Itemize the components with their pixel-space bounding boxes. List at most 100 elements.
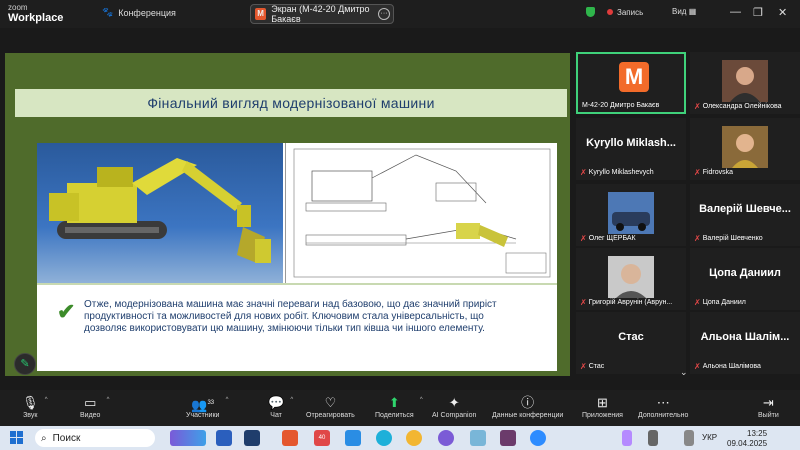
participant-caption: ✗ Валерій Шевченко <box>694 234 763 243</box>
screen-share-indicator[interactable]: M Экран (М-42-20 Дмитро Бакаєв ··· <box>250 4 394 24</box>
word-icon[interactable] <box>216 430 232 446</box>
meeting-label: Конференция <box>118 7 176 18</box>
caret-up-icon: ^ <box>419 397 423 403</box>
participant-caption: ✗ Стас <box>580 362 605 371</box>
view-button[interactable]: Вид ▦ <box>672 7 696 16</box>
record-label: Запись <box>617 7 644 17</box>
participant-name: Альона Шалім... <box>700 331 790 343</box>
participant-tile[interactable]: Валерій Шевче... ✗ Валерій Шевченко <box>690 184 800 246</box>
widgets-icon[interactable] <box>170 430 206 446</box>
checkmark-icon: ✔ <box>57 299 76 324</box>
avatar <box>722 126 768 168</box>
taskbar-clock[interactable]: 13:25 09.04.2025 <box>727 429 767 449</box>
meeting-info-button[interactable]: 🐾 Конференция <box>102 7 176 18</box>
participants-button[interactable]: 👥33 Участники ^ <box>186 394 228 419</box>
edge-icon[interactable] <box>376 430 392 446</box>
chat-icon: 💬 <box>268 395 285 410</box>
annotate-pen-icon[interactable]: ✎ <box>14 353 36 375</box>
participant-caption: ✗ Цопа Даниил <box>694 298 746 307</box>
share-screen-button[interactable]: ⬆ Поделиться ^ <box>375 394 423 419</box>
mic-muted-icon: ✗ <box>694 234 701 243</box>
zoom-icon[interactable] <box>530 430 546 446</box>
more-dots-icon: ⋯ <box>656 395 670 410</box>
logo-line2: Workplace <box>8 12 64 24</box>
tray-icon[interactable] <box>622 430 632 446</box>
avatar <box>608 256 654 298</box>
search-icon: ⌕ <box>41 432 47 444</box>
participant-tile[interactable]: ✗ Fidrovska <box>690 118 800 180</box>
title-bar: zoom Workplace 🐾 Конференция M Экран (М-… <box>0 0 800 28</box>
participant-name: Стас <box>618 331 644 343</box>
app-icon[interactable] <box>244 430 260 446</box>
app-icon[interactable] <box>500 430 516 446</box>
apps-button[interactable]: ⊞ Приложения <box>582 394 623 419</box>
slide-title: Фінальний вигляд модернізованої машини <box>15 89 567 117</box>
mail-icon[interactable]: 40 <box>314 430 330 446</box>
tray-icon[interactable] <box>684 430 694 446</box>
windows-start-icon[interactable] <box>10 431 24 445</box>
participant-gallery: M М-42-20 Дмитро Бакаєв ✗ Олександра Олей… <box>576 52 800 374</box>
participant-name: Цопа Даниил <box>709 267 781 279</box>
participant-caption: М-42-20 Дмитро Бакаєв <box>582 102 660 109</box>
store-icon[interactable] <box>345 430 361 446</box>
react-button[interactable]: ♡ Отреагировать <box>306 394 355 419</box>
paw-icon: 🐾 <box>102 7 114 17</box>
participant-caption: ✗ Fidrovska <box>694 168 734 177</box>
sparkle-icon: ✦ <box>448 395 460 410</box>
participant-caption: ✗ Григорій Аврунін (Аврун... <box>580 298 673 307</box>
participant-caption: ✗ Kyryllo Miklashevych <box>580 168 654 177</box>
participant-tile[interactable]: M М-42-20 Дмитро Бакаєв <box>576 52 686 114</box>
meeting-info-button[interactable]: ⓘ Данные конференции <box>492 394 563 419</box>
avatar <box>608 192 654 234</box>
mic-muted-icon: ✗ <box>580 298 587 307</box>
heart-icon: ♡ <box>324 395 337 410</box>
mic-muted-icon: ✗ <box>694 298 701 307</box>
share-options-button[interactable]: ··· <box>378 8 390 20</box>
language-indicator[interactable]: УКР <box>702 433 717 442</box>
close-button[interactable]: ✕ <box>778 6 787 19</box>
mic-muted-icon: ✗ <box>694 362 701 371</box>
windows-taskbar: ⌕ Поиск 40 УКР 13:25 09.04.2025 <box>0 426 800 450</box>
tray-icon[interactable] <box>648 430 658 446</box>
video-button[interactable]: ▭ Видео ^ <box>80 394 109 419</box>
caret-up-icon: ^ <box>225 397 229 403</box>
caret-up-icon: ^ <box>290 397 294 403</box>
restore-button[interactable]: ❐ <box>753 6 763 19</box>
chevron-down-icon[interactable]: ⌄ <box>680 367 688 378</box>
chat-button[interactable]: 💬 Чат ^ <box>268 394 293 419</box>
leave-button[interactable]: ⇥ Выйти <box>758 394 779 419</box>
more-button[interactable]: ⋯ Дополнительно <box>638 394 688 419</box>
participant-caption: ✗ Олег ЩЕРБАК <box>580 234 636 243</box>
mic-muted-icon: ✗ <box>580 234 587 243</box>
share-arrow-icon: ⬆ <box>388 395 400 410</box>
slide-text: Отже, модернізована машина має значні пе… <box>84 299 497 334</box>
caret-up-icon: ^ <box>106 397 110 403</box>
clock-date: 09.04.2025 <box>727 439 768 448</box>
audio-button[interactable]: 🎙 Звук ^ <box>22 394 48 419</box>
viber-icon[interactable] <box>438 430 454 446</box>
minimize-button[interactable]: — <box>730 6 741 18</box>
record-indicator[interactable]: Запись <box>586 7 643 17</box>
record-dot-icon <box>607 9 613 15</box>
slide-text-box: ✔ Отже, модернізована машина має значні … <box>37 283 557 371</box>
ai-companion-button[interactable]: ✦ AI Companion <box>432 394 476 419</box>
chrome-icon[interactable] <box>406 430 422 446</box>
participant-caption: ✗ Альона Шалімова <box>694 362 761 371</box>
participant-tile[interactable]: Альона Шалім... ✗ Альона Шалімова <box>690 312 800 374</box>
shared-screen: Фінальний вигляд модернізованої машини ✔… <box>0 28 572 376</box>
participant-tile[interactable]: ✗ Григорій Аврунін (Аврун... <box>576 248 686 310</box>
participant-tile[interactable]: Цопа Даниил ✗ Цопа Даниил <box>690 248 800 310</box>
participant-tile[interactable]: ✗ Олександра Олейнікова <box>690 52 800 114</box>
excavator-3d-image <box>37 143 283 283</box>
meeting-toolbar: 🎙 Звук ^ ▭ Видео ^ 👥33 Участники ^ 💬 Чат ^ ♡ Отре… <box>0 390 800 426</box>
participant-tile[interactable]: Стас ✗ Стас <box>576 312 686 374</box>
people-icon: 👥33 <box>191 397 215 413</box>
mic-muted-icon: ✗ <box>580 362 587 371</box>
participant-name: Kyryllo Miklash... <box>586 137 676 149</box>
app-icon[interactable] <box>470 430 486 446</box>
matlab-icon[interactable] <box>282 430 298 446</box>
participant-tile[interactable]: ✗ Олег ЩЕРБАК <box>576 184 686 246</box>
participant-tile[interactable]: Kyryllo Miklash... ✗ Kyryllo Miklashevych <box>576 118 686 180</box>
participant-name: Валерій Шевче... <box>699 203 791 215</box>
taskbar-search[interactable]: ⌕ Поиск <box>35 429 155 447</box>
